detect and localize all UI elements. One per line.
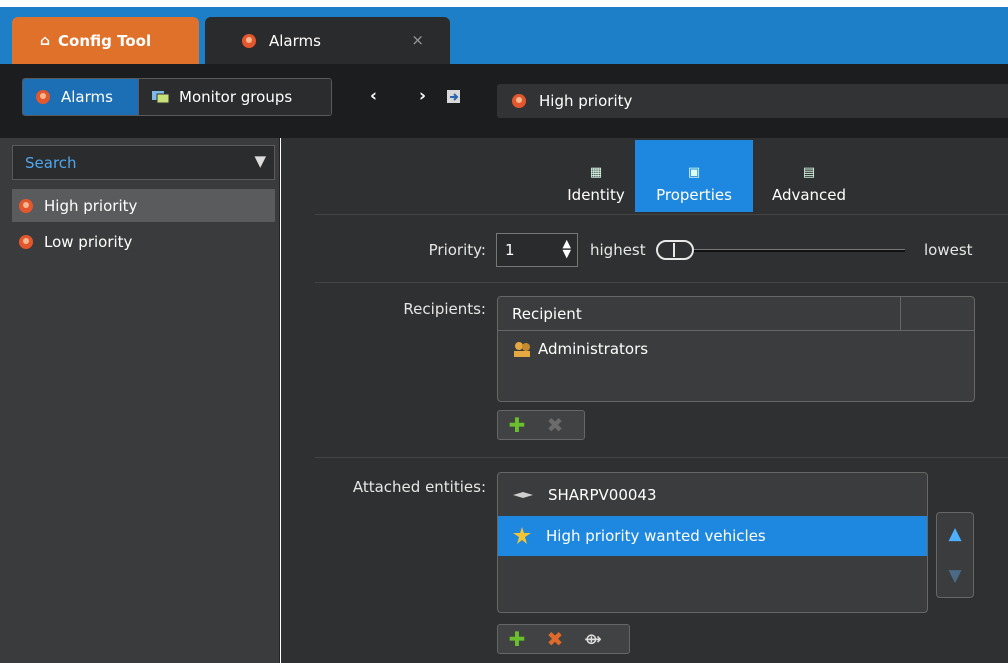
alarm-icon <box>19 234 33 249</box>
priority-spinner[interactable]: 1 ▲ ▼ <box>496 233 578 267</box>
properties-icon: ▣ <box>687 165 701 180</box>
remove-recipient-button[interactable]: ✖ <box>536 410 574 440</box>
alarms-button-label: Alarms <box>61 88 113 106</box>
back-button[interactable]: ‹ <box>370 86 377 106</box>
move-down-button[interactable]: ▼ <box>948 566 961 586</box>
monitor-groups-icon <box>152 91 170 104</box>
remove-entity-button[interactable]: ✖ <box>536 624 574 654</box>
camera-icon <box>513 492 533 498</box>
custom-action-button[interactable]: ⟴ <box>574 624 612 654</box>
entity-browser: Search ▼ High priority Low priority <box>0 138 280 663</box>
divider <box>315 282 1008 283</box>
tab-alarms[interactable]: Alarms × <box>205 17 450 64</box>
lowest-label: lowest <box>924 241 973 259</box>
list-item[interactable]: SHARPV00043 <box>498 475 927 515</box>
tab-advanced-label: Advanced <box>771 186 847 204</box>
alarm-icon <box>19 198 33 213</box>
search-placeholder: Search <box>25 153 77 172</box>
close-icon[interactable]: × <box>411 31 424 49</box>
priority-slider-handle[interactable] <box>656 240 694 260</box>
search-input[interactable]: Search ▼ <box>12 145 275 180</box>
attached-entities-label: Attached entities: <box>352 478 486 496</box>
filter-icon[interactable]: ▼ <box>254 152 266 170</box>
recipients-buttons: ✚ ✖ <box>497 410 585 440</box>
toolbar: Alarms Monitor groups ‹ › High priority <box>0 64 1008 138</box>
tab-properties-label: Properties <box>656 186 732 204</box>
home-icon: ⌂ <box>40 32 51 49</box>
priority-label: Priority: <box>428 241 486 259</box>
list-item[interactable]: High priority wanted vehicles <box>498 516 927 556</box>
tab-config-tool[interactable]: ⌂ Config Tool <box>12 17 199 64</box>
table-row[interactable]: Administrators <box>498 331 974 367</box>
tab-advanced[interactable]: ▤ Advanced <box>753 140 865 212</box>
attached-entities-list: SHARPV00043 High priority wanted vehicle… <box>497 472 928 613</box>
title-bar: ⌂ Config Tool Alarms × <box>0 7 1008 64</box>
user-group-icon <box>514 342 530 357</box>
tree-item-high-priority[interactable]: High priority <box>12 189 275 222</box>
recipients-table: Recipient Administrators <box>497 296 975 402</box>
alarm-icon <box>512 94 526 108</box>
tab-alarms-label: Alarms <box>269 31 321 50</box>
tab-strip: ▦ Identity ▣ Properties ▤ Advanced <box>557 140 865 212</box>
column-separator <box>900 297 901 331</box>
tree-item-label: High priority <box>44 196 138 215</box>
advanced-icon: ▤ <box>802 165 816 180</box>
move-up-button[interactable]: ▲ <box>948 524 961 544</box>
monitor-groups-label: Monitor groups <box>179 88 293 106</box>
identity-icon: ▦ <box>589 165 603 180</box>
recipients-label: Recipients: <box>403 300 486 318</box>
view-switcher: Alarms Monitor groups <box>22 78 332 116</box>
entity-name: SHARPV00043 <box>548 486 657 504</box>
priority-slider-track[interactable] <box>660 249 905 252</box>
tab-identity-label: Identity <box>567 186 625 204</box>
recipient-name: Administrators <box>538 340 649 358</box>
tab-identity[interactable]: ▦ Identity <box>557 140 635 212</box>
alarm-icon <box>36 90 50 104</box>
monitor-groups-button[interactable]: Monitor groups <box>138 79 331 115</box>
history-icon[interactable] <box>446 88 464 106</box>
tab-properties[interactable]: ▣ Properties <box>635 140 753 212</box>
alarms-button[interactable]: Alarms <box>23 79 138 115</box>
tree-item-low-priority[interactable]: Low priority <box>12 225 275 258</box>
tree-item-label: Low priority <box>44 232 133 251</box>
recipient-column-header[interactable]: Recipient <box>498 297 974 331</box>
alarm-icon <box>242 33 256 48</box>
entity-name: High priority wanted vehicles <box>546 527 766 545</box>
add-recipient-button[interactable]: ✚ <box>498 410 536 440</box>
recipient-column-label: Recipient <box>512 304 582 323</box>
breadcrumb-label: High priority <box>539 92 633 110</box>
hotlist-icon <box>513 527 531 544</box>
priority-value: 1 <box>505 241 515 259</box>
breadcrumb[interactable]: High priority <box>497 84 1008 118</box>
divider <box>315 214 1008 215</box>
tab-config-tool-label: Config Tool <box>58 31 152 50</box>
forward-button[interactable]: › <box>419 86 426 106</box>
entities-buttons: ✚ ✖ ⟴ <box>497 624 630 654</box>
divider <box>315 457 1008 458</box>
spinner-arrows-icon[interactable]: ▲ ▼ <box>563 238 571 259</box>
highest-label: highest <box>590 241 646 259</box>
reorder-buttons: ▲ ▼ <box>936 512 974 598</box>
add-entity-button[interactable]: ✚ <box>498 624 536 654</box>
